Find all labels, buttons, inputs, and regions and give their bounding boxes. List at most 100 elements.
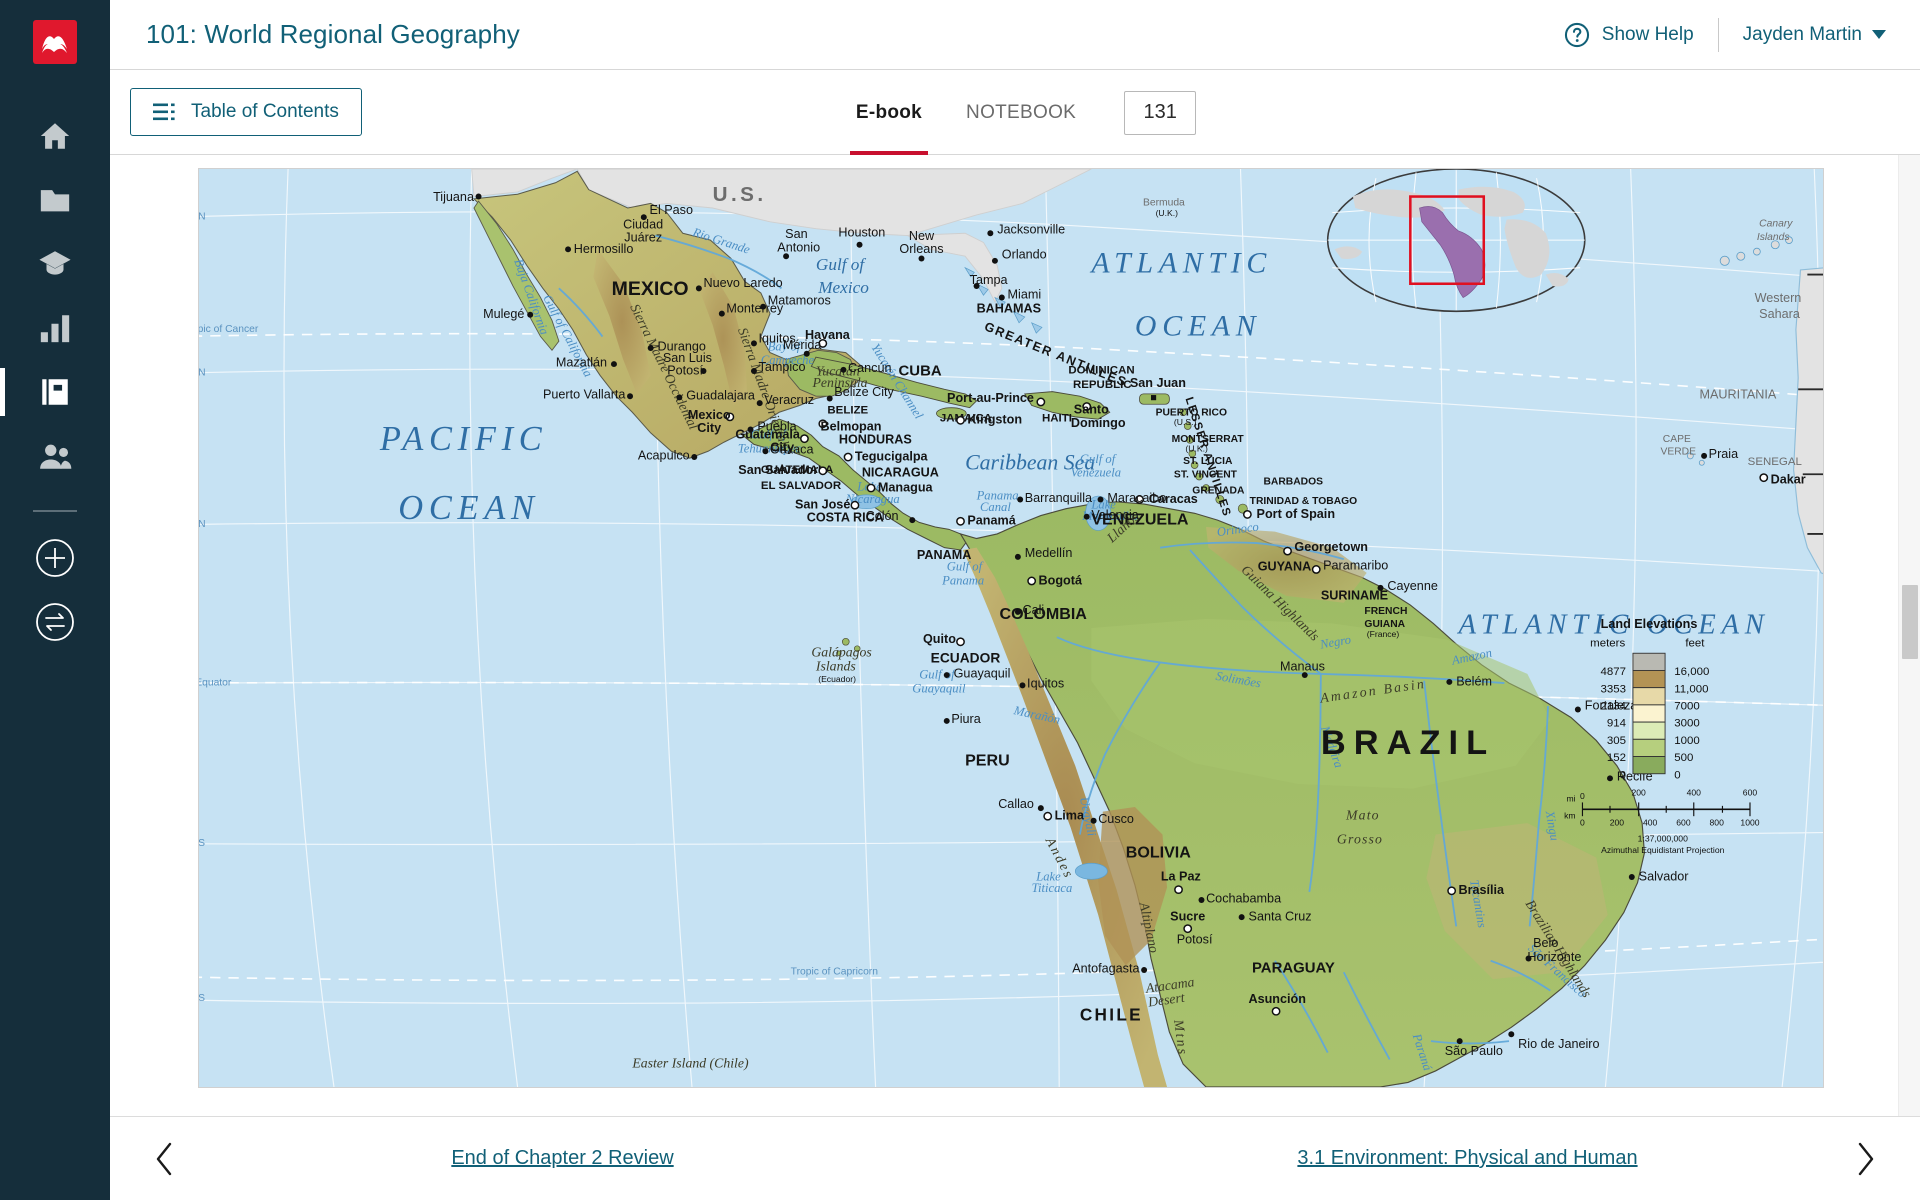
svg-text:Acapulco: Acapulco <box>638 448 690 462</box>
svg-text:1000: 1000 <box>1674 735 1700 747</box>
svg-text:BELIZE: BELIZE <box>827 404 868 416</box>
map-figure: PACIFIC OCEAN ATLANTIC OCEAN ATLANTIC OC… <box>199 169 1823 1087</box>
svg-text:Houston: Houston <box>838 226 885 240</box>
svg-text:Havana: Havana <box>805 328 851 342</box>
svg-text:PACIFIC: PACIFIC <box>379 420 548 458</box>
svg-text:Mato: Mato <box>1345 808 1380 823</box>
tab-notebook[interactable]: NOTEBOOK <box>944 70 1098 155</box>
table-of-contents-button[interactable]: Table of Contents <box>130 88 362 136</box>
svg-text:Canal: Canal <box>980 500 1011 514</box>
svg-text:Panama: Panama <box>941 573 984 587</box>
svg-text:500: 500 <box>1674 752 1693 764</box>
svg-text:Guayaquil: Guayaquil <box>954 666 1011 680</box>
svg-text:BRAZIL: BRAZIL <box>1321 724 1495 762</box>
question-circle-icon <box>1564 22 1589 47</box>
sidebar-item-ebook[interactable] <box>0 360 110 424</box>
svg-text:Colón: Colón <box>866 509 899 523</box>
svg-text:Antonio: Antonio <box>777 241 820 255</box>
reader-toolbar: Table of Contents E-book NOTEBOOK <box>110 70 1920 155</box>
svg-text:Managua: Managua <box>878 480 934 494</box>
people-icon <box>40 444 72 469</box>
sidebar-item-courses[interactable] <box>0 232 110 296</box>
caret-down-icon <box>1872 30 1886 39</box>
svg-text:Tampico: Tampico <box>759 360 806 374</box>
sidebar-item-home[interactable] <box>0 104 110 168</box>
svg-text:Belize City: Belize City <box>834 385 894 399</box>
svg-text:OCEAN: OCEAN <box>398 489 539 527</box>
svg-text:3353: 3353 <box>1601 683 1627 695</box>
svg-text:ECUADOR: ECUADOR <box>931 650 1001 665</box>
svg-text:San Juan: San Juan <box>1130 376 1186 390</box>
show-help-button[interactable]: Show Help <box>1564 22 1694 48</box>
previous-page-link[interactable]: End of Chapter 2 Review <box>451 1147 673 1170</box>
page-number-input[interactable] <box>1124 90 1197 135</box>
header-separator <box>1717 17 1719 52</box>
next-page-link[interactable]: 3.1 Environment: Physical and Human <box>1297 1147 1637 1170</box>
svg-text:Port-au-Prince: Port-au-Prince <box>947 391 1034 405</box>
svg-text:FRENCH: FRENCH <box>1364 606 1407 617</box>
sidebar-item-gradebook[interactable] <box>0 296 110 360</box>
top-header-bar: 101: World Regional Geography Show Help … <box>110 0 1920 70</box>
sidebar-add-button[interactable] <box>0 526 110 590</box>
svg-text:10°S: 10°S <box>199 838 205 849</box>
svg-text:7000: 7000 <box>1674 700 1700 712</box>
svg-text:VERDE: VERDE <box>1660 447 1696 458</box>
svg-text:Monterrey: Monterrey <box>726 301 783 315</box>
svg-text:(France): (France) <box>1367 629 1400 639</box>
svg-text:Western: Western <box>1755 291 1802 305</box>
svg-text:600: 600 <box>1743 788 1758 798</box>
macmillan-learning-logo[interactable] <box>33 20 77 64</box>
page-title: 101: World Regional Geography <box>146 19 520 49</box>
sidebar-nav-list <box>0 104 110 488</box>
sidebar-switch-button[interactable] <box>0 590 110 654</box>
svg-text:Venezuela: Venezuela <box>1071 466 1121 480</box>
ebook-page: PACIFIC OCEAN ATLANTIC OCEAN ATLANTIC OC… <box>198 168 1824 1088</box>
svg-text:Mulegé: Mulegé <box>483 307 524 321</box>
tab-ebook[interactable]: E-book <box>834 70 944 155</box>
svg-text:400: 400 <box>1687 788 1702 798</box>
svg-text:305: 305 <box>1607 735 1626 747</box>
scrollbar-thumb[interactable] <box>1902 585 1918 659</box>
page-scrollbar[interactable] <box>1898 155 1920 1116</box>
svg-text:Potosí: Potosí <box>667 363 703 377</box>
svg-text:Titicaca: Titicaca <box>1032 881 1073 895</box>
svg-text:Brasília: Brasília <box>1459 883 1506 897</box>
svg-text:914: 914 <box>1607 718 1627 730</box>
svg-text:Easter Island (Chile): Easter Island (Chile) <box>631 1055 749 1071</box>
svg-text:Santa Cruz: Santa Cruz <box>1249 910 1312 924</box>
svg-text:200: 200 <box>1610 817 1625 827</box>
svg-text:Guadalajara: Guadalajara <box>686 389 756 403</box>
left-sidebar <box>0 0 110 1200</box>
svg-text:La Paz: La Paz <box>1161 869 1201 883</box>
sidebar-item-folder[interactable] <box>0 168 110 232</box>
svg-text:Piura: Piura <box>951 712 981 726</box>
svg-text:CUBA: CUBA <box>899 364 942 380</box>
svg-text:Iquitos: Iquitos <box>1027 677 1064 691</box>
svg-text:km: km <box>1564 810 1575 820</box>
svg-text:GUYANA: GUYANA <box>1258 560 1311 574</box>
sidebar-item-roster[interactable] <box>0 424 110 488</box>
svg-text:San José: San José <box>795 498 850 512</box>
svg-text:Belo: Belo <box>1533 936 1558 950</box>
svg-text:Sucre: Sucre <box>1170 910 1205 924</box>
ebook-viewport: PACIFIC OCEAN ATLANTIC OCEAN ATLANTIC OC… <box>110 155 1920 1116</box>
folder-icon <box>40 190 70 212</box>
user-menu-button[interactable]: Jayden Martin <box>1743 24 1886 46</box>
svg-text:Miami: Miami <box>1008 288 1042 302</box>
svg-text:11,000: 11,000 <box>1674 683 1708 695</box>
svg-text:Rio de Janeiro: Rio de Janeiro <box>1518 1037 1599 1051</box>
svg-text:Orleans: Orleans <box>899 242 943 256</box>
svg-text:Belmopan: Belmopan <box>821 420 882 434</box>
svg-text:30°N: 30°N <box>199 211 206 222</box>
svg-text:2134: 2134 <box>1601 700 1627 712</box>
svg-text:City: City <box>697 421 721 435</box>
svg-text:800: 800 <box>1710 817 1725 827</box>
svg-text:Hermosillo: Hermosillo <box>574 242 634 256</box>
svg-text:Islands: Islands <box>815 658 856 673</box>
svg-text:U.S.: U.S. <box>713 183 767 206</box>
list-lines-icon <box>153 103 175 121</box>
latin-america-physical-map: PACIFIC OCEAN ATLANTIC OCEAN ATLANTIC OC… <box>199 169 1823 1087</box>
world-locator-inset <box>1326 169 1586 313</box>
show-help-label: Show Help <box>1601 23 1694 45</box>
plus-circle-icon <box>36 539 74 577</box>
